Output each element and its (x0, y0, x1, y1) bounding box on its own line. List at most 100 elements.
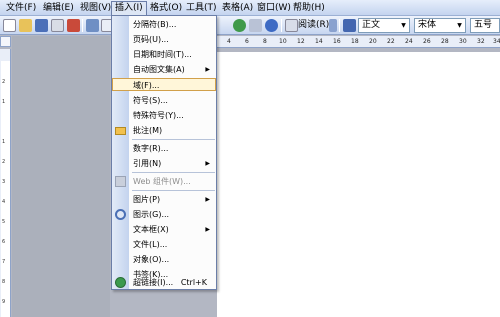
ruler-number: 8 (263, 38, 267, 45)
ruler-number: 6 (245, 38, 249, 45)
ruler-number: 3 (2, 179, 6, 185)
font-size-select-value: 五号 (474, 20, 493, 30)
style-select[interactable]: 正文 ▼ (358, 18, 410, 33)
menu-item-number[interactable]: 数字(R)... (112, 142, 216, 155)
ruler-number: 6 (2, 239, 6, 245)
document-page[interactable] (217, 52, 500, 317)
menu-item-label: 文本框(X) (133, 225, 169, 234)
style-select-value: 正文 (362, 20, 381, 30)
menu-item-comment[interactable]: 批注(M) (112, 124, 216, 137)
ruler-number: 30 (459, 38, 467, 45)
menu-item-autotext[interactable]: 自动图文集(A) ▶ (112, 63, 216, 76)
menu-item-label: 自动图文集(A) (133, 65, 185, 74)
ruler-number: 10 (279, 38, 287, 45)
menu-item-symbol[interactable]: 符号(S)... (112, 94, 216, 107)
ruler-number: 5 (2, 219, 6, 225)
ruler-number: 8 (2, 279, 6, 285)
menu-view[interactable]: 视图(V) (77, 1, 114, 15)
menu-tools[interactable]: 工具(T) (183, 1, 220, 15)
menu-separator (132, 190, 215, 191)
menu-separator (132, 172, 215, 173)
read-mode-button[interactable]: 阅读(R) (298, 19, 329, 32)
standard-toolbar: 阅读(R) 正文 ▼ 宋体 ▼ 五号 (0, 16, 500, 35)
submenu-arrow-icon: ▶ (205, 160, 210, 167)
menu-item-label: Web 组件(W)... (133, 177, 191, 186)
menu-file[interactable]: 文件(F) (3, 1, 39, 15)
font-select-value: 宋体 (418, 20, 437, 30)
menu-format[interactable]: 格式(O) (147, 1, 185, 15)
font-size-select[interactable]: 五号 (470, 18, 500, 33)
menu-edit[interactable]: 编辑(E) (40, 1, 77, 15)
insert-menu: 分隔符(B)... 页码(U)... 日期和时间(T)... 自动图文集(A) … (111, 15, 217, 290)
menu-item-label: 分隔符(B)... (133, 20, 177, 29)
menu-help[interactable]: 帮助(H) (290, 1, 328, 15)
ruler-number: 1 (2, 99, 6, 105)
submenu-arrow-icon: ▶ (205, 196, 210, 203)
document-background (12, 36, 110, 317)
ruler-number: 28 (441, 38, 449, 45)
menu-item-picture[interactable]: 图片(P) ▶ (112, 193, 216, 206)
comment-icon (115, 127, 126, 135)
email-icon[interactable] (67, 19, 80, 32)
menu-item-special-symbol[interactable]: 特殊符号(Y)... (112, 109, 216, 122)
menu-item-label: 符号(S)... (133, 96, 168, 105)
permission-icon[interactable] (51, 19, 64, 32)
toolbar-separator (339, 19, 340, 32)
ruler-number: 4 (2, 199, 6, 205)
styles-pane-icon[interactable] (343, 19, 356, 32)
ruler-number: 16 (333, 38, 341, 45)
toolbar-separator (281, 19, 282, 32)
ruler-number: 12 (297, 38, 305, 45)
menu-separator (132, 139, 215, 140)
menu-item-text-box[interactable]: 文本框(X) ▶ (112, 223, 216, 236)
menu-item-label: 图示(G)... (133, 210, 170, 219)
menu-item-reference[interactable]: 引用(N) ▶ (112, 157, 216, 170)
menu-item-date-time[interactable]: 日期和时间(T)... (112, 48, 216, 61)
menu-item-label: 特殊符号(Y)... (133, 111, 184, 120)
read-mode-icon[interactable] (285, 19, 298, 32)
menu-item-hyperlink[interactable]: 超链接(I)... Ctrl+K (112, 276, 216, 289)
menu-item-label: 数字(R)... (133, 144, 169, 153)
open-folder-icon[interactable] (19, 19, 32, 32)
ruler-number: 32 (477, 38, 485, 45)
chevron-down-icon: ▼ (401, 22, 406, 29)
menu-bar: 文件(F) 编辑(E) 视图(V) 插入(I) 格式(O) 工具(T) 表格(A… (0, 0, 500, 16)
menu-item-field[interactable]: 域(F)... (112, 78, 216, 91)
web-component-icon (115, 176, 126, 187)
help-icon[interactable] (265, 19, 278, 32)
menu-insert[interactable]: 插入(I) (111, 1, 147, 15)
save-icon[interactable] (35, 19, 48, 32)
new-document-icon[interactable] (3, 19, 16, 32)
menu-item-diagram[interactable]: 图示(G)... (112, 208, 216, 221)
menu-item-web-component[interactable]: Web 组件(W)... (112, 175, 216, 188)
menu-item-label: 对象(O)... (133, 255, 170, 264)
tab-selector[interactable] (0, 36, 11, 47)
menu-item-file[interactable]: 文件(L)... (112, 238, 216, 251)
font-select[interactable]: 宋体 ▼ (414, 18, 466, 33)
table-icon[interactable] (249, 19, 262, 32)
menu-item-label: 图片(P) (133, 195, 161, 204)
ruler-number: 24 (405, 38, 413, 45)
ruler-number: 34 (493, 38, 500, 45)
menu-table[interactable]: 表格(A) (219, 1, 256, 15)
ruler-number: 1 (2, 139, 6, 145)
menu-item-label: 域(F)... (133, 81, 160, 90)
menu-item-break[interactable]: 分隔符(B)... (112, 18, 216, 31)
ruler-number: 7 (2, 259, 6, 265)
menu-item-page-numbers[interactable]: 页码(U)... (112, 33, 216, 46)
print-icon[interactable] (86, 19, 99, 32)
toolbar-options-icon[interactable] (329, 19, 337, 32)
menu-item-label: 超链接(I)... (133, 278, 174, 287)
menu-item-label: 批注(M) (133, 126, 163, 135)
ruler-number: 2 (2, 79, 6, 85)
ruler-number: 26 (423, 38, 431, 45)
ruler-number: 2 (2, 159, 6, 165)
research-icon[interactable] (233, 19, 246, 32)
hyperlink-icon (115, 277, 126, 288)
menu-item-object[interactable]: 对象(O)... (112, 253, 216, 266)
menu-item-label: 日期和时间(T)... (133, 50, 192, 59)
menu-window[interactable]: 窗口(W) (254, 1, 294, 15)
horizontal-ruler: 4 6 8 10 12 14 16 18 20 22 24 26 28 30 3… (217, 36, 500, 48)
menu-item-label: 文件(L)... (133, 240, 168, 249)
diagram-icon (115, 209, 126, 220)
